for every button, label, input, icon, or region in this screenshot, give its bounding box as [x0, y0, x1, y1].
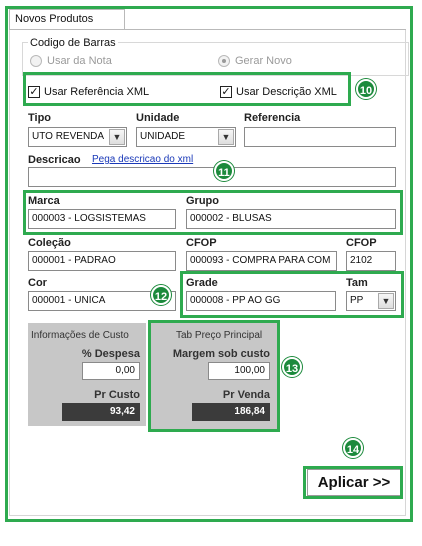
badge-11: 11	[214, 161, 234, 181]
badge-12: 12	[151, 285, 171, 305]
highlight-apply	[303, 466, 403, 499]
highlight-marca-grupo	[23, 190, 403, 235]
highlight-price-table	[148, 320, 280, 432]
badge-13: 13	[282, 357, 302, 377]
badge-10: 10	[356, 79, 376, 99]
badge-14: 14	[343, 438, 363, 458]
highlight-xml-options	[23, 72, 351, 106]
highlight-grade-tam	[180, 271, 404, 318]
